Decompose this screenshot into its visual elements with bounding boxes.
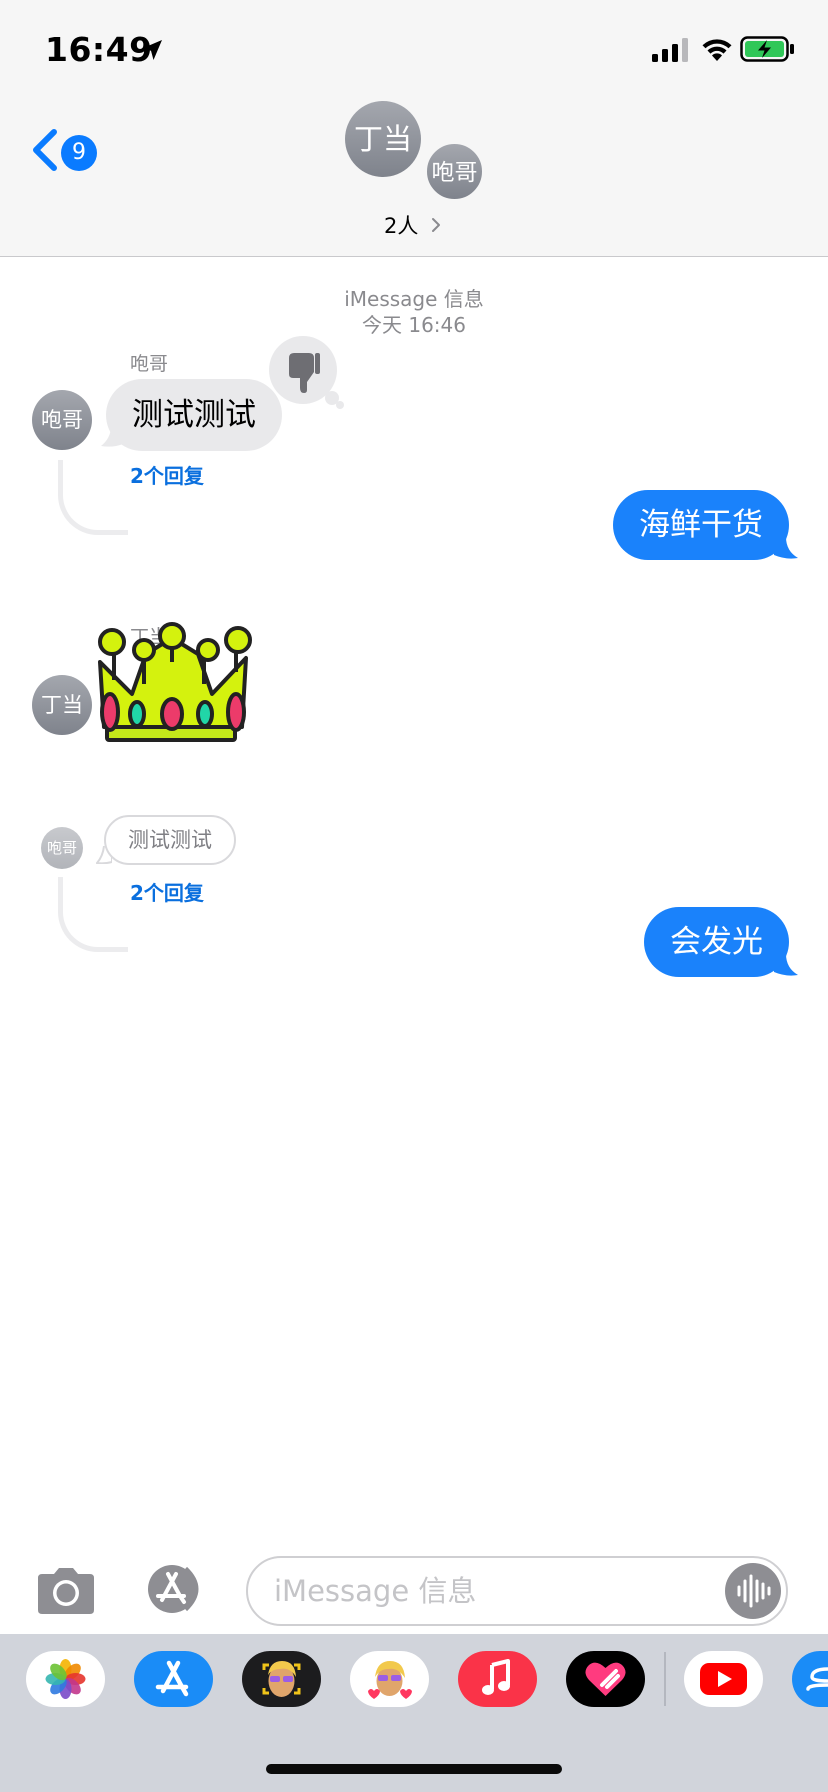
sender-name: 咆哥 xyxy=(130,353,169,375)
avatar[interactable]: 丁当 xyxy=(32,675,92,735)
avatar[interactable]: 咆哥 xyxy=(32,390,92,450)
tapback-tail-dot xyxy=(336,401,344,409)
group-avatar-primary[interactable]: 丁当 xyxy=(345,101,421,177)
unread-count-badge: 9 xyxy=(61,135,97,171)
app-store-icon[interactable] xyxy=(140,1564,212,1614)
memoji-app-icon[interactable] xyxy=(242,1651,321,1707)
timestamp-label: 今天 16:46 xyxy=(362,313,466,337)
thread-connector xyxy=(58,877,128,952)
bubble-tail xyxy=(774,537,798,559)
status-time: 16:49 xyxy=(45,30,153,69)
photos-app-icon[interactable] xyxy=(26,1651,105,1707)
message-input[interactable]: iMessage 信息 xyxy=(246,1556,788,1626)
drawer-separator xyxy=(664,1652,666,1706)
avatar[interactable]: 咆哥 xyxy=(41,827,83,869)
location-arrow-icon xyxy=(142,40,162,60)
battery-charging-icon xyxy=(740,36,794,62)
thread-connector xyxy=(58,460,128,535)
navigation-header: 16:49 9 丁当 咆哥 2人 xyxy=(0,0,828,257)
audio-message-button[interactable] xyxy=(725,1563,781,1619)
waveform-icon xyxy=(737,1574,771,1608)
back-button[interactable]: 9 xyxy=(30,126,104,178)
app-store-app-icon[interactable] xyxy=(134,1651,213,1707)
group-avatar-secondary[interactable]: 咆哥 xyxy=(425,142,484,201)
message-bubble[interactable]: 测试测试 xyxy=(106,379,282,451)
crown-sticker[interactable] xyxy=(96,622,254,744)
cellular-signal-icon xyxy=(652,38,688,62)
chevron-left-icon xyxy=(33,129,57,171)
thread-replies-link[interactable]: 2个回复 xyxy=(130,460,204,489)
service-label: iMessage 信息 xyxy=(344,287,484,311)
camera-icon[interactable] xyxy=(34,1566,98,1616)
message-bubble[interactable]: 会发光 xyxy=(644,907,789,977)
message-bubble[interactable]: 测试测试 xyxy=(104,815,236,865)
memoji-stickers-app-icon[interactable] xyxy=(350,1651,429,1707)
digital-touch-app-icon[interactable] xyxy=(566,1651,645,1707)
wifi-icon xyxy=(702,39,732,61)
bubble-tail xyxy=(774,954,798,976)
group-members-link[interactable]: 2人 xyxy=(384,210,418,240)
thread-replies-link[interactable]: 2个回复 xyxy=(130,877,204,906)
message-bubble[interactable]: 海鲜干货 xyxy=(613,490,789,560)
chevron-right-icon xyxy=(432,218,440,232)
message-input-placeholder: iMessage 信息 xyxy=(274,1574,477,1608)
youtube-app-icon[interactable] xyxy=(684,1651,763,1707)
music-app-icon[interactable] xyxy=(458,1651,537,1707)
home-indicator[interactable] xyxy=(266,1764,562,1774)
more-app-icon[interactable] xyxy=(792,1651,828,1707)
